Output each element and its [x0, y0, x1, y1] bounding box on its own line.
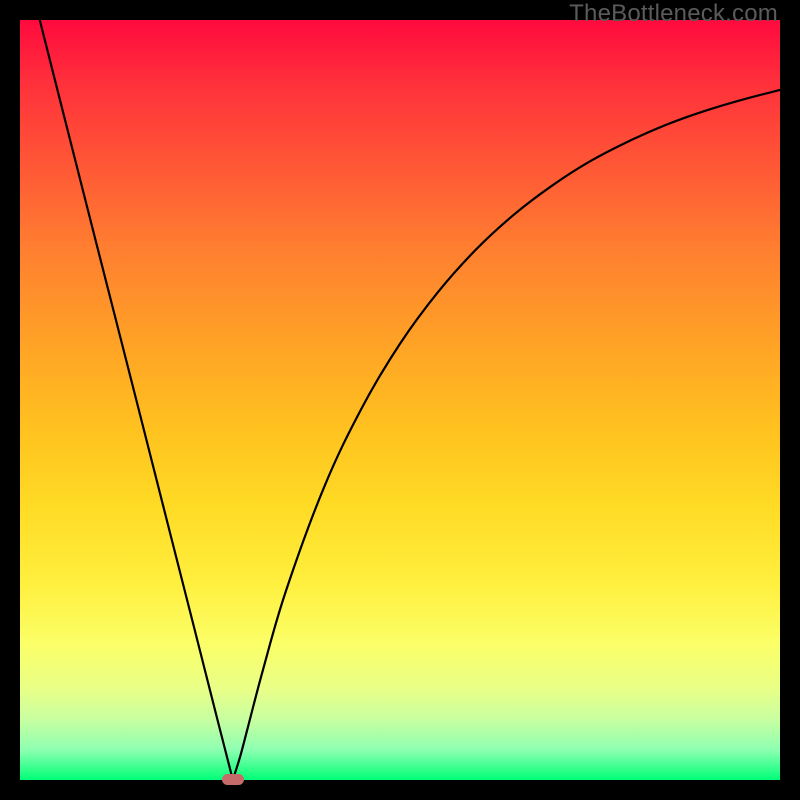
chart-frame: TheBottleneck.com	[0, 0, 800, 800]
curve-path	[40, 20, 780, 780]
bottleneck-curve	[20, 20, 780, 780]
optimum-marker	[222, 774, 244, 785]
watermark-text: TheBottleneck.com	[569, 0, 778, 28]
